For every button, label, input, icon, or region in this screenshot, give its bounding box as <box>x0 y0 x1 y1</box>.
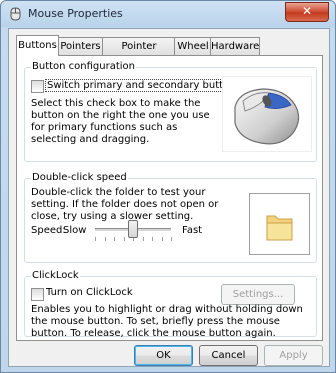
test-folder-area[interactable] <box>249 193 310 255</box>
close-icon: ✕ <box>301 4 313 18</box>
clicklock-settings-button[interactable]: Settings... <box>221 284 295 305</box>
dialog-client-area: Buttons Pointers Pointer Options Wheel H… <box>8 28 330 367</box>
slider-tick <box>105 237 106 241</box>
folder-icon <box>266 215 293 241</box>
cancel-button[interactable]: Cancel <box>199 345 258 366</box>
double-click-speed-legend: Double-click speed <box>31 172 128 183</box>
tab-pointer-options[interactable]: Pointer Options <box>102 37 176 69</box>
clicklock-checkbox[interactable] <box>31 288 44 301</box>
button-configuration-group: Button configuration Switch primary and … <box>24 61 317 162</box>
button-configuration-legend: Button configuration <box>31 61 137 72</box>
double-click-speed-slider[interactable] <box>91 219 175 243</box>
tab-hardware[interactable]: Hardware <box>210 37 260 55</box>
slow-label: Slow <box>63 225 87 236</box>
tab-buttons[interactable]: Buttons <box>16 35 59 56</box>
fast-label: Fast <box>182 225 203 236</box>
clicklock-legend: ClickLock <box>31 270 80 281</box>
close-button[interactable]: ✕ <box>285 2 329 22</box>
buttons-tab-panel: Button configuration Switch primary and … <box>16 55 323 341</box>
tab-pointers[interactable]: Pointers <box>57 37 104 55</box>
speed-label: Speed: <box>31 225 66 236</box>
switch-buttons-label[interactable]: Switch primary and secondary buttons <box>45 79 243 92</box>
clicklock-description: Enables you to highlight or drag without… <box>31 304 303 339</box>
slider-thumb[interactable] <box>128 220 138 238</box>
title-bar[interactable]: Mouse Properties ✕ <box>1 1 335 27</box>
clicklock-group: ClickLock Turn on ClickLock Settings... … <box>24 270 317 339</box>
mouse-illustration-icon <box>222 76 312 152</box>
tab-wheel[interactable]: Wheel <box>174 37 212 55</box>
ok-button[interactable]: OK <box>134 345 193 366</box>
slider-tick <box>152 237 153 241</box>
slider-tick <box>124 237 125 241</box>
mouse-icon <box>10 7 21 21</box>
apply-button[interactable]: Apply <box>264 345 323 366</box>
switch-buttons-checkbox[interactable] <box>31 80 44 93</box>
double-click-speed-group: Double-click speed Double-click the fold… <box>24 172 317 263</box>
button-configuration-description: Select this check box to make the button… <box>31 98 210 145</box>
slider-tick <box>95 237 96 241</box>
slider-tick <box>162 237 163 241</box>
slider-tick <box>114 237 115 241</box>
window-title: Mouse Properties <box>28 7 123 20</box>
slider-tick <box>143 237 144 241</box>
mouse-properties-window: Mouse Properties ✕ Buttons Pointers Poin… <box>0 0 336 373</box>
double-click-description: Double-click the folder to test your set… <box>31 187 219 222</box>
slider-tick <box>171 237 172 241</box>
clicklock-label[interactable]: Turn on ClickLock <box>46 287 133 298</box>
